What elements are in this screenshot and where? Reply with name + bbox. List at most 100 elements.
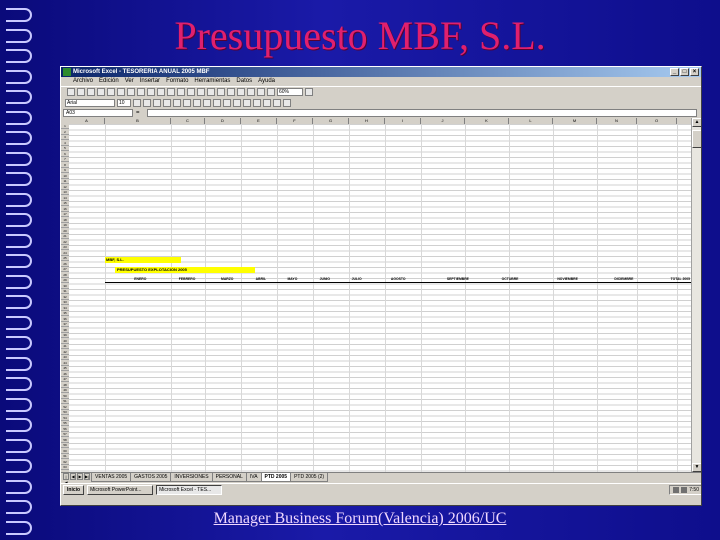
- row-header[interactable]: 15: [61, 201, 69, 206]
- menu-item[interactable]: Archivo: [73, 77, 93, 86]
- copy-icon[interactable]: [137, 88, 145, 96]
- row-header[interactable]: 62: [61, 460, 69, 465]
- row-header[interactable]: 46: [61, 372, 69, 377]
- fill-color-icon[interactable]: [273, 98, 281, 107]
- month-header[interactable]: OCTUBRE: [469, 277, 520, 283]
- row-header[interactable]: 9: [61, 168, 69, 173]
- font-select[interactable]: Arial: [65, 98, 115, 107]
- minimize-button[interactable]: _: [670, 68, 679, 76]
- taskbar-button-excel[interactable]: Microsoft Excel - TES...: [156, 484, 223, 495]
- row-header[interactable]: 51: [61, 399, 69, 404]
- start-button[interactable]: Inicio: [63, 484, 85, 495]
- borders-icon[interactable]: [263, 98, 271, 107]
- menu-item[interactable]: Ver: [125, 77, 134, 86]
- row-header[interactable]: 49: [61, 388, 69, 393]
- row-header[interactable]: 2: [61, 130, 69, 135]
- row-header[interactable]: 14: [61, 196, 69, 201]
- month-header[interactable]: MAYO: [267, 277, 299, 283]
- row-header[interactable]: 1: [61, 124, 69, 129]
- font-size-select[interactable]: 10: [117, 98, 131, 107]
- month-header[interactable]: JUNIO: [298, 277, 331, 283]
- align-center-icon[interactable]: [173, 98, 181, 107]
- month-header[interactable]: NOVIEMBRE: [519, 277, 579, 283]
- row-header[interactable]: 33: [61, 300, 69, 305]
- increase-decimal-icon[interactable]: [233, 98, 241, 107]
- row-header[interactable]: 4: [61, 141, 69, 146]
- budget-title-cell[interactable]: PRESUPUESTO EXPLOTACION 2005: [115, 267, 255, 273]
- sheet-tab[interactable]: VENTAS 2005: [91, 473, 132, 482]
- row-header[interactable]: 29: [61, 278, 69, 283]
- menu-item[interactable]: Ayuda: [258, 77, 275, 86]
- row-header[interactable]: 30: [61, 284, 69, 289]
- name-box[interactable]: A03: [63, 109, 133, 117]
- row-header[interactable]: 39: [61, 333, 69, 338]
- indent-icon[interactable]: [253, 98, 261, 107]
- thousands-icon[interactable]: [223, 98, 231, 107]
- format-painter-icon[interactable]: [157, 88, 165, 96]
- sheet-tab[interactable]: PTD 2005: [260, 473, 292, 482]
- chart-wizard-icon[interactable]: [247, 88, 255, 96]
- row-header[interactable]: 44: [61, 361, 69, 366]
- row-header[interactable]: 27: [61, 267, 69, 272]
- hyperlink-icon[interactable]: [187, 88, 195, 96]
- row-header[interactable]: 7: [61, 157, 69, 162]
- row-header[interactable]: 35: [61, 311, 69, 316]
- row-header[interactable]: 47: [61, 377, 69, 382]
- row-header[interactable]: 11: [61, 179, 69, 184]
- autosum-icon[interactable]: [207, 88, 215, 96]
- row-header[interactable]: 26: [61, 262, 69, 267]
- month-header[interactable]: JULIO: [330, 277, 363, 283]
- row-header[interactable]: 58: [61, 438, 69, 443]
- map-icon[interactable]: [257, 88, 265, 96]
- last-sheet-icon[interactable]: ▶|: [84, 473, 90, 480]
- row-header[interactable]: 59: [61, 443, 69, 448]
- row-header[interactable]: 23: [61, 245, 69, 250]
- row-header[interactable]: 57: [61, 432, 69, 437]
- bold-icon[interactable]: [133, 98, 141, 107]
- row-header[interactable]: 48: [61, 383, 69, 388]
- maximize-button[interactable]: □: [680, 68, 689, 76]
- preview-icon[interactable]: [107, 88, 115, 96]
- row-header[interactable]: 56: [61, 427, 69, 432]
- row-header[interactable]: 17: [61, 212, 69, 217]
- redo-icon[interactable]: [177, 88, 185, 96]
- row-header[interactable]: 3: [61, 135, 69, 140]
- taskbar-button-powerpoint[interactable]: Microsoft PowerPoint...: [87, 484, 154, 495]
- sheet-tab[interactable]: PERSONAL: [211, 473, 247, 482]
- row-header[interactable]: 34: [61, 306, 69, 311]
- row-header[interactable]: 20: [61, 229, 69, 234]
- zoom-select[interactable]: 60%: [277, 88, 303, 96]
- menu-item[interactable]: Formato: [166, 77, 188, 86]
- network-icon[interactable]: [681, 486, 688, 493]
- align-right-icon[interactable]: [183, 98, 191, 107]
- row-header[interactable]: 13: [61, 190, 69, 195]
- close-button[interactable]: ×: [690, 68, 699, 76]
- company-label-cell[interactable]: MBF, S.L.: [105, 257, 181, 263]
- row-header[interactable]: 45: [61, 366, 69, 371]
- sheet-tab[interactable]: PTD 2005 (2): [290, 473, 329, 482]
- row-header[interactable]: 21: [61, 234, 69, 239]
- sheet-tab[interactable]: IVA: [245, 473, 262, 482]
- row-header[interactable]: 53: [61, 410, 69, 415]
- decrease-decimal-icon[interactable]: [243, 98, 251, 107]
- row-header[interactable]: 10: [61, 174, 69, 179]
- row-header[interactable]: 52: [61, 405, 69, 410]
- row-header[interactable]: 41: [61, 344, 69, 349]
- row-header[interactable]: 18: [61, 218, 69, 223]
- paste-icon[interactable]: [147, 88, 155, 96]
- underline-icon[interactable]: [153, 98, 161, 107]
- scroll-down-icon[interactable]: ▼: [692, 463, 701, 472]
- row-header[interactable]: 37: [61, 322, 69, 327]
- scroll-up-icon[interactable]: ▲: [692, 118, 701, 127]
- menu-item[interactable]: Herramientas: [194, 77, 230, 86]
- row-header[interactable]: 31: [61, 289, 69, 294]
- new-icon[interactable]: [67, 88, 75, 96]
- month-header[interactable]: FEBRERO: [147, 277, 197, 283]
- row-header[interactable]: 32: [61, 295, 69, 300]
- formula-input[interactable]: [147, 109, 697, 117]
- row-header[interactable]: 43: [61, 355, 69, 360]
- month-header[interactable]: SEPTIEMBRE: [406, 277, 470, 283]
- row-header[interactable]: 12: [61, 185, 69, 190]
- undo-icon[interactable]: [167, 88, 175, 96]
- row-header[interactable]: 36: [61, 317, 69, 322]
